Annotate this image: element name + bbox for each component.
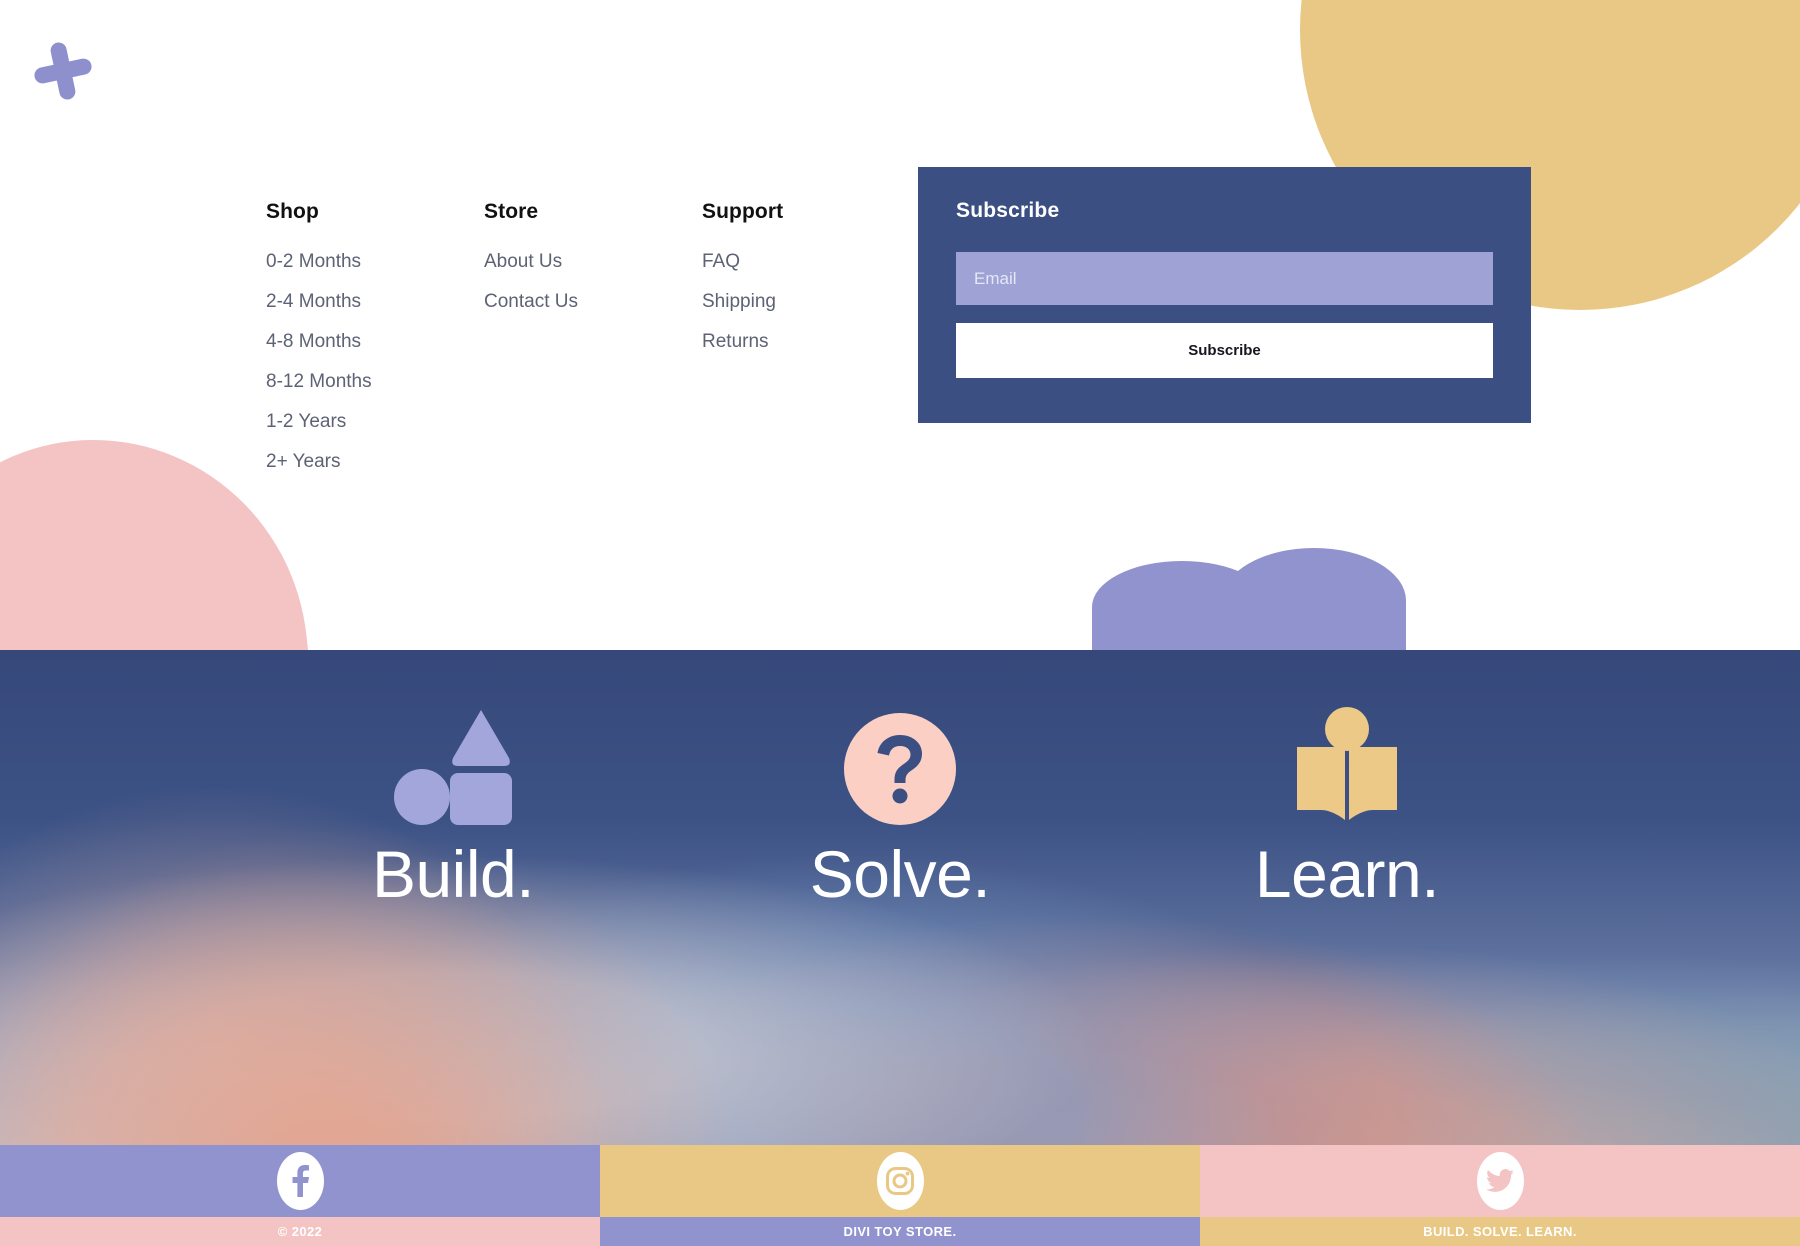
twitter-icon: [1476, 1152, 1524, 1210]
footer-link-1-2-years[interactable]: 1-2 Years: [266, 412, 484, 431]
open-book-icon: [1295, 705, 1399, 825]
footer-column-support: Support FAQ Shipping Returns: [702, 200, 920, 492]
copyright-cell: © 2022: [0, 1217, 600, 1246]
subscribe-button[interactable]: Subscribe: [956, 323, 1493, 378]
footer-column-title: Store: [484, 200, 539, 223]
footer-link-contact-us[interactable]: Contact Us: [484, 292, 702, 311]
footer-link-2-4-months[interactable]: 2-4 Months: [266, 292, 484, 311]
email-input[interactable]: [956, 252, 1493, 305]
footer-link-4-8-months[interactable]: 4-8 Months: [266, 332, 484, 351]
social-bar: [0, 1145, 1800, 1217]
shapes-icon-circle: [394, 769, 450, 825]
value-item-learn: Learn.: [1124, 705, 1571, 907]
footer-link-0-2-months[interactable]: 0-2 Months: [266, 252, 484, 271]
footer-link-shipping[interactable]: Shipping: [702, 292, 920, 311]
facebook-icon: [276, 1152, 324, 1210]
values-row: Build. Solve. Learn.: [0, 650, 1800, 1145]
shapes-icon-square: [450, 773, 512, 825]
footer-link-8-12-months[interactable]: 8-12 Months: [266, 372, 484, 391]
footer-column-shop: Shop 0-2 Months 2-4 Months 4-8 Months 8-…: [266, 200, 484, 492]
instagram-icon: [876, 1152, 924, 1210]
shapes-icon: [394, 705, 512, 825]
social-link-twitter[interactable]: [1200, 1145, 1800, 1217]
tagline-cell: BUILD. SOLVE. LEARN.: [1200, 1217, 1800, 1246]
values-band: Build. Solve. Learn.: [0, 650, 1800, 1145]
footer-column-store: Store About Us Contact Us: [484, 200, 702, 492]
value-item-solve: Solve.: [677, 705, 1124, 907]
footer-link-returns[interactable]: Returns: [702, 332, 920, 351]
value-label-build: Build.: [371, 837, 535, 911]
store-name-text: DIVI TOY STORE.: [843, 1224, 957, 1239]
question-mark-icon: [844, 705, 956, 825]
subscribe-card: Subscribe Subscribe: [918, 167, 1531, 423]
value-label-learn: Learn.: [1254, 837, 1440, 911]
footer-link-columns: Shop 0-2 Months 2-4 Months 4-8 Months 8-…: [266, 200, 920, 492]
footer-link-2-plus-years[interactable]: 2+ Years: [266, 452, 484, 471]
footer-link-about-us[interactable]: About Us: [484, 252, 702, 271]
value-label-solve: Solve.: [809, 837, 991, 911]
store-name-cell: DIVI TOY STORE.: [600, 1217, 1200, 1246]
footer-link-faq[interactable]: FAQ: [702, 252, 920, 271]
footer-column-title: Support: [702, 200, 784, 223]
value-item-build: Build.: [230, 705, 677, 907]
cloud-decoration: [1092, 548, 1406, 653]
subscribe-title: Subscribe: [956, 199, 1060, 222]
tagline-text: BUILD. SOLVE. LEARN.: [1423, 1224, 1577, 1239]
social-link-facebook[interactable]: [0, 1145, 600, 1217]
bottom-bar: © 2022 DIVI TOY STORE. BUILD. SOLVE. LEA…: [0, 1217, 1800, 1246]
social-link-instagram[interactable]: [600, 1145, 1200, 1217]
shapes-icon-triangle: [452, 710, 510, 766]
cloud-lobe-right: [1222, 548, 1406, 653]
plus-shape-decoration: [29, 37, 98, 106]
footer-column-title: Shop: [266, 200, 319, 223]
copyright-text: © 2022: [277, 1224, 323, 1239]
